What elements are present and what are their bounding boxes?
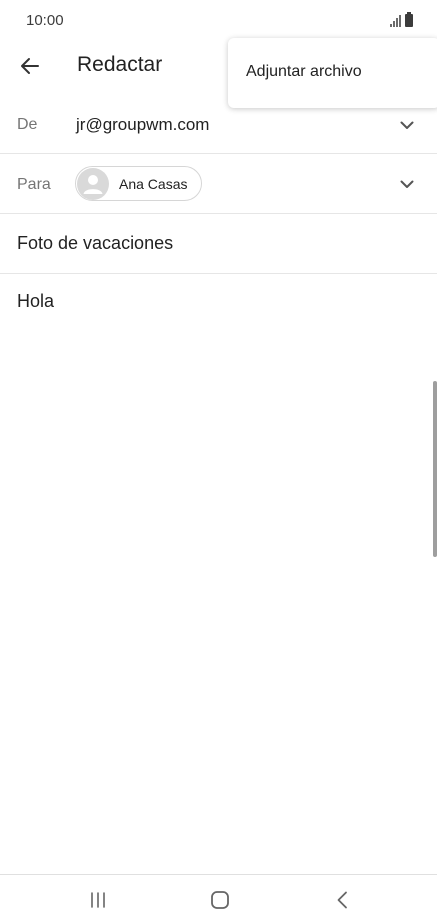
battery-icon [405, 12, 413, 27]
avatar [77, 167, 109, 200]
person-icon [83, 174, 103, 194]
page-title: Redactar [77, 53, 163, 76]
recipient-name: Ana Casas [119, 175, 188, 192]
chevron-down-icon [400, 180, 414, 188]
to-row: Para Ana Casas [0, 154, 437, 214]
from-value: jr@groupwm.com [76, 115, 210, 134]
status-bar: 10:00 [0, 0, 437, 42]
to-dropdown-button[interactable] [395, 172, 419, 196]
recent-apps-icon [91, 892, 105, 908]
subject-row: Foto de vacaciones [0, 214, 437, 274]
home-button[interactable] [205, 887, 235, 913]
back-button[interactable] [12, 48, 48, 84]
navigation-bar [0, 874, 437, 924]
home-icon [211, 891, 229, 909]
subject-field[interactable]: Foto de vacaciones [17, 233, 173, 254]
status-time: 10:00 [26, 12, 64, 29]
recipient-chip[interactable]: Ana Casas [75, 166, 202, 201]
from-label: De [17, 116, 38, 133]
menu-item-attach-file[interactable]: Adjuntar archivo [246, 63, 362, 81]
recent-apps-button[interactable] [83, 887, 113, 913]
chevron-down-icon [400, 121, 414, 129]
signal-icon [390, 15, 401, 27]
chevron-left-icon [337, 891, 347, 909]
message-body[interactable]: Hola [17, 291, 54, 312]
scrollbar[interactable] [433, 381, 437, 557]
to-label: Para [17, 176, 51, 193]
arrow-back-icon [21, 58, 39, 74]
overflow-menu: Adjuntar archivo [228, 38, 437, 108]
status-icons [390, 12, 413, 27]
from-dropdown-button[interactable] [395, 113, 419, 137]
nav-back-button[interactable] [327, 887, 357, 913]
